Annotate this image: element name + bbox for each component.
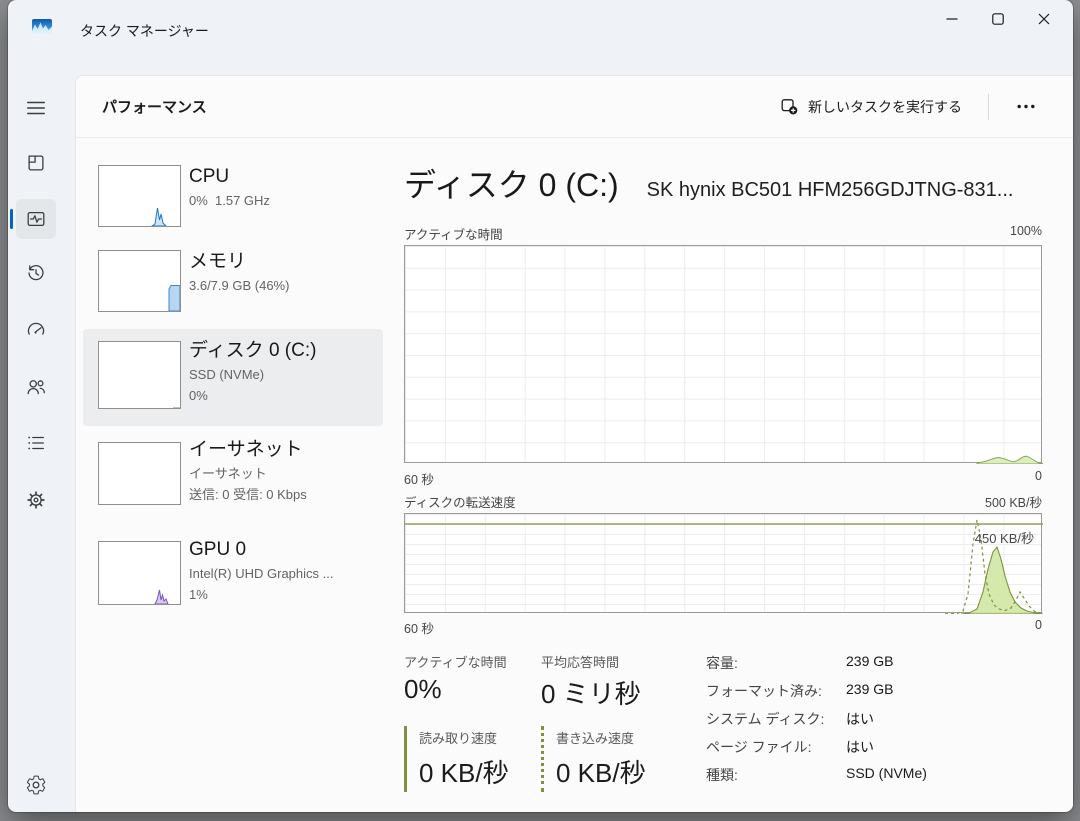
startup-apps-icon — [25, 319, 47, 341]
perf-list-item-memory[interactable]: メモリ 3.6/7.9 GB (46%) — [83, 244, 383, 326]
transfer-rate-chart: 450 KB/秒 — [404, 513, 1042, 613]
read-speed-value: 0 KB/秒 — [419, 753, 509, 790]
content-card: パフォーマンス 新しいタスクを実行する — [75, 75, 1073, 812]
ethernet-adapter: イーサネット — [189, 463, 307, 484]
write-speed-stat: 書き込み速度 0 KB/秒 — [541, 726, 646, 792]
task-manager-logo-icon — [32, 19, 52, 34]
write-speed-label: 書き込み速度 — [556, 728, 646, 747]
page-title: パフォーマンス — [102, 96, 207, 117]
page-file-label: ページ ファイル: — [706, 737, 846, 757]
task-manager-window: タスク マネージャー — [8, 0, 1073, 812]
performance-icon — [25, 208, 47, 230]
desktop-background: タスク マネージャー — [0, 0, 1080, 821]
run-new-task-button[interactable]: 新しいタスクを実行する — [771, 90, 972, 124]
sidebar-item-processes[interactable] — [16, 143, 56, 183]
ethernet-stats: 送信: 0 受信: 0 Kbps — [189, 484, 307, 505]
disk-detail-capacity: 容量: 239 GB — [706, 653, 1036, 673]
header-divider — [988, 94, 989, 120]
perf-list-item-disk0-selected[interactable]: ディスク 0 (C:) SSD (NVMe) 0% — [83, 329, 383, 426]
processes-icon — [25, 152, 47, 174]
gpu-name: Intel(R) UHD Graphics ... — [189, 563, 333, 584]
active-time-stat-value: 0% — [404, 674, 442, 705]
capacity-label: 容量: — [706, 653, 846, 673]
disk-usage: 0% — [189, 385, 316, 406]
close-button[interactable] — [1021, 2, 1067, 36]
chart2-annotation: 450 KB/秒 — [975, 528, 1034, 547]
maximize-icon — [992, 13, 1004, 25]
minimize-button[interactable] — [929, 2, 975, 36]
services-icon — [25, 489, 47, 511]
window-plus-icon — [781, 98, 798, 115]
memory-mini-chart — [98, 250, 181, 312]
chart2-max-label: 500 KB/秒 — [985, 492, 1042, 511]
chart1-max-label: 100% — [1010, 224, 1042, 243]
gpu-usage: 1% — [189, 584, 333, 605]
sidebar-item-services[interactable] — [16, 480, 56, 520]
close-icon — [1038, 13, 1050, 25]
cpu-mini-chart — [98, 165, 181, 227]
disk-detail-system-disk: システム ディスク: はい — [706, 709, 1036, 729]
write-speed-value: 0 KB/秒 — [556, 753, 646, 790]
memory-label: メモリ — [189, 248, 289, 275]
disk-model: SK hynix BC501 HFM256GDJTNG-831... — [647, 179, 1014, 202]
cpu-stats: 0% 1.57 GHz — [189, 190, 270, 211]
memory-stats: 3.6/7.9 GB (46%) — [189, 275, 289, 296]
app-history-icon — [25, 262, 47, 284]
selected-tab-accent — [10, 209, 13, 229]
chart2-label: ディスクの転送速度 — [404, 492, 516, 511]
chart1-label: アクティブな時間 — [404, 224, 503, 243]
perf-list-item-cpu[interactable]: CPU 0% 1.57 GHz — [83, 159, 383, 241]
read-speed-label: 読み取り速度 — [419, 728, 509, 747]
active-time-stat-label: アクティブな時間 — [404, 652, 507, 671]
disk-detail-page-file: ページ ファイル: はい — [706, 737, 1036, 757]
disk-type: SSD (NVMe) — [189, 364, 316, 385]
disk-detail-type: 種類: SSD (NVMe) — [706, 765, 1036, 785]
minimize-icon — [946, 13, 958, 25]
disk-label: ディスク 0 (C:) — [189, 337, 316, 364]
settings-gear-icon — [25, 774, 47, 796]
perf-list-item-ethernet[interactable]: イーサネット イーサネット 送信: 0 受信: 0 Kbps — [83, 432, 383, 527]
disk-mini-chart — [98, 341, 181, 409]
main-disk-title: ディスク 0 (C:) — [404, 160, 619, 206]
page-file-value: はい — [846, 737, 874, 757]
sidebar-item-app-history[interactable] — [16, 253, 56, 293]
perf-list-item-gpu0[interactable]: GPU 0 Intel(R) UHD Graphics ... 1% — [83, 532, 383, 624]
ellipsis-horizontal-icon — [1017, 104, 1035, 109]
chart2-x-right: 0 — [1035, 618, 1042, 637]
users-icon — [25, 376, 47, 398]
sidebar-item-startup-apps[interactable] — [16, 310, 56, 350]
more-options-button[interactable] — [1005, 96, 1047, 117]
type-value: SSD (NVMe) — [846, 765, 927, 785]
disk-detail-formatted: フォーマット済み: 239 GB — [706, 681, 1036, 701]
chart1-x-right: 0 — [1035, 469, 1042, 488]
run-new-task-label: 新しいタスクを実行する — [808, 97, 962, 117]
read-speed-stat: 読み取り速度 0 KB/秒 — [404, 726, 509, 792]
sidebar-item-details[interactable] — [16, 423, 56, 463]
cpu-label: CPU — [189, 163, 270, 190]
formatted-value: 239 GB — [846, 681, 893, 701]
active-time-chart — [404, 245, 1042, 463]
hamburger-menu-button[interactable] — [16, 88, 56, 128]
hamburger-menu-icon — [25, 97, 47, 119]
details-icon — [25, 432, 47, 454]
capacity-value: 239 GB — [846, 653, 893, 673]
maximize-button[interactable] — [975, 2, 1021, 36]
chart1-x-left: 60 秒 — [404, 469, 434, 488]
type-label: 種類: — [706, 765, 846, 785]
ethernet-mini-chart — [98, 442, 181, 505]
gpu-mini-chart — [98, 541, 181, 605]
chart2-x-left: 60 秒 — [404, 618, 434, 637]
window-title: タスク マネージャー — [80, 21, 209, 41]
ethernet-label: イーサネット — [189, 436, 307, 463]
avg-response-stat-value: 0 ミリ秒 — [541, 674, 641, 711]
system-disk-value: はい — [846, 709, 874, 729]
gpu-label: GPU 0 — [189, 536, 333, 563]
avg-response-stat-label: 平均応答時間 — [541, 652, 619, 671]
sidebar-item-users[interactable] — [16, 367, 56, 407]
page-header: パフォーマンス 新しいタスクを実行する — [76, 76, 1073, 138]
system-disk-label: システム ディスク: — [706, 709, 846, 729]
formatted-label: フォーマット済み: — [706, 681, 846, 701]
settings-button[interactable] — [16, 765, 56, 805]
sidebar-item-performance[interactable] — [16, 199, 56, 239]
